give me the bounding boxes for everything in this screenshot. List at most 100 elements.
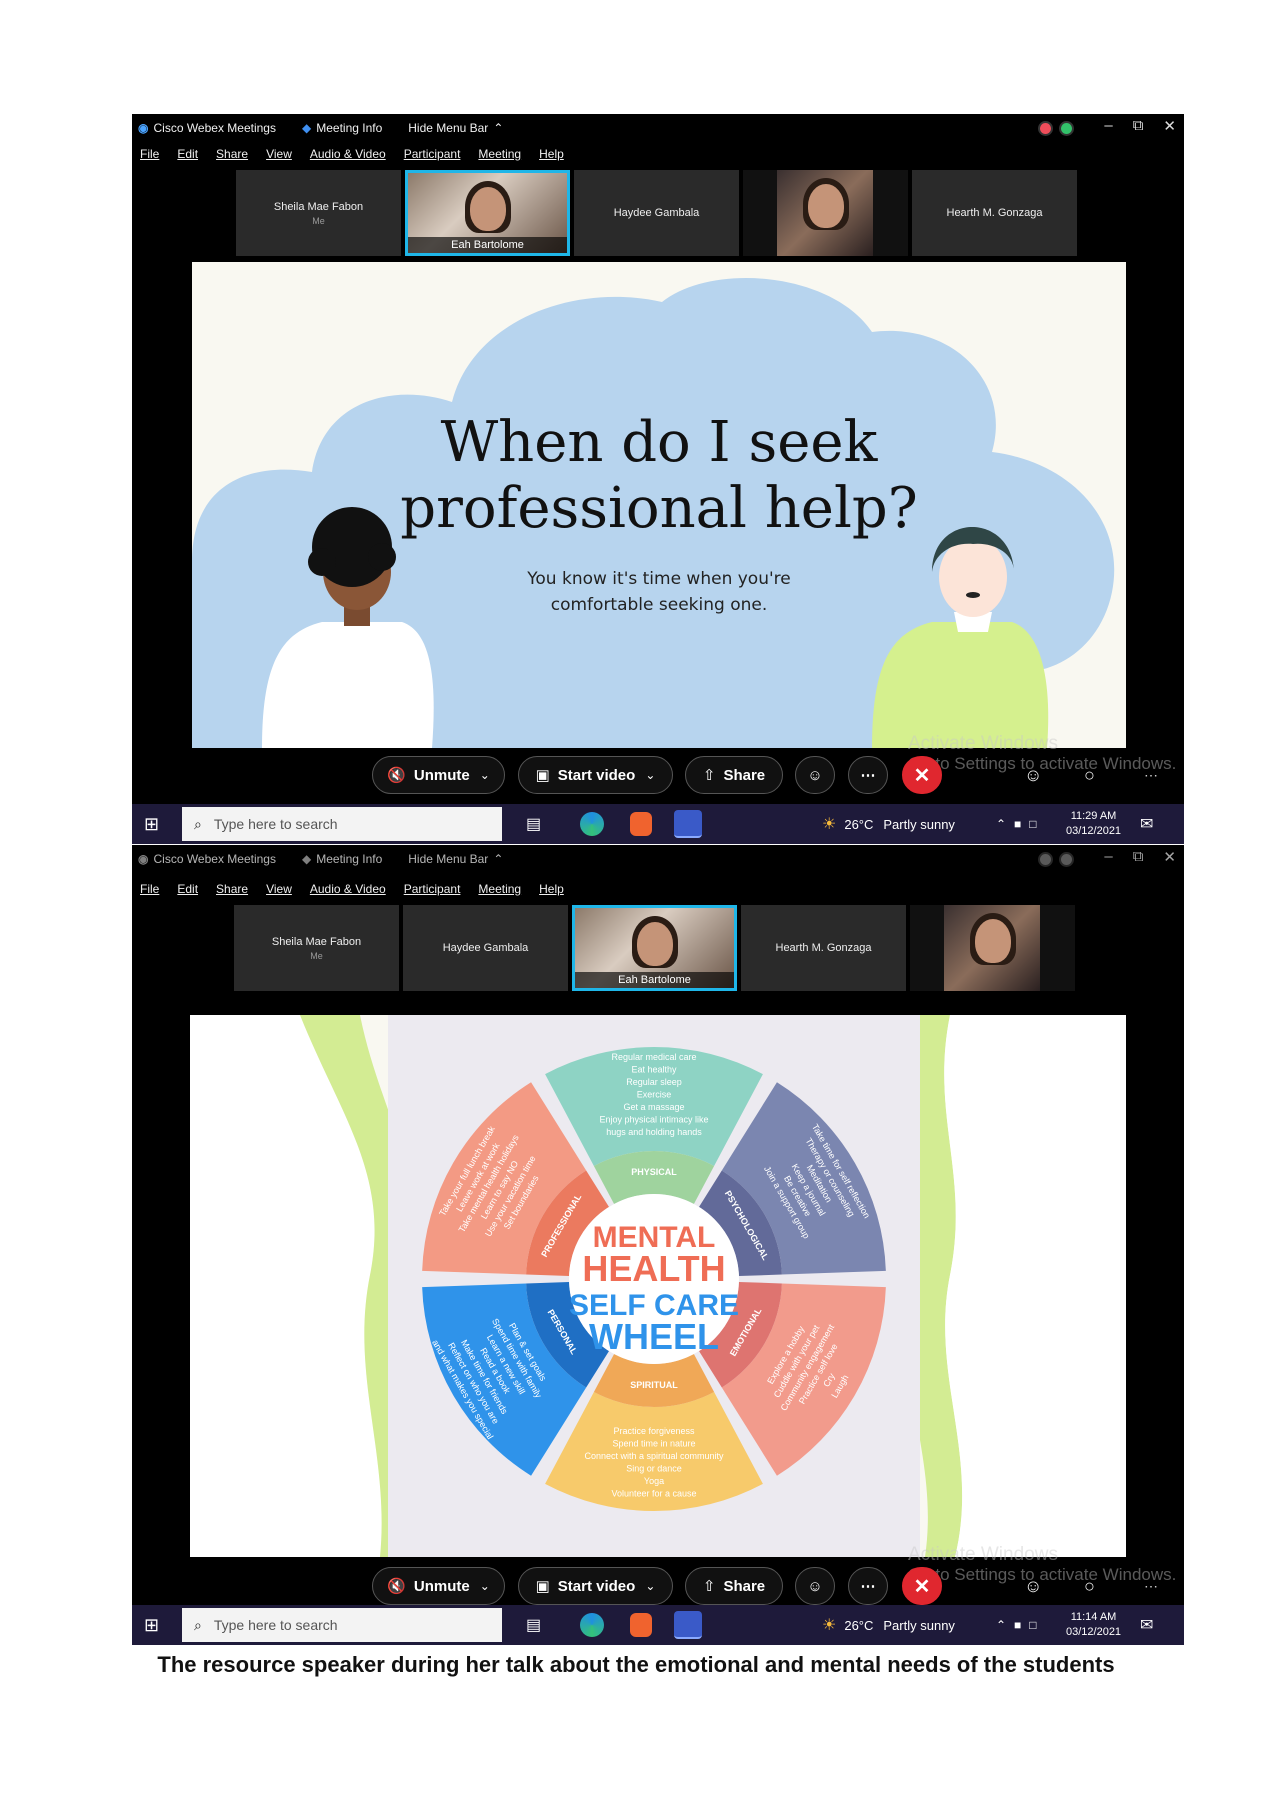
participant-tile[interactable]: Sheila Mae Fabon Me xyxy=(234,905,399,991)
menu-help[interactable]: Help xyxy=(539,147,564,161)
participant-tile[interactable]: Hearth M. Gonzaga xyxy=(912,170,1077,256)
start-video-button[interactable]: ▣ Start video ⌄ xyxy=(518,756,673,794)
chevron-down-icon[interactable]: ⌄ xyxy=(645,1579,655,1593)
menu-meeting[interactable]: Meeting xyxy=(478,882,521,896)
close-icon[interactable]: ✕ xyxy=(1163,848,1176,866)
slide-subtitle-line-1: You know it's time when you're xyxy=(527,569,791,589)
webex-window-1: ◉ Cisco Webex Meetings ◆ Meeting Info Hi… xyxy=(132,114,1184,844)
reactions-button[interactable]: ☺ xyxy=(795,1567,835,1605)
windows-start-icon[interactable]: ⊞ xyxy=(144,814,159,835)
network-health-icon[interactable] xyxy=(1059,121,1074,136)
chat-icon[interactable]: ○ xyxy=(1084,1576,1095,1597)
more-panels-icon[interactable]: ⋯ xyxy=(1144,1578,1158,1595)
brave-browser-icon[interactable] xyxy=(630,812,652,836)
menu-participant[interactable]: Participant xyxy=(404,882,461,896)
menu-edit[interactable]: Edit xyxy=(177,147,198,161)
task-view-icon[interactable]: ▤ xyxy=(526,1615,541,1635)
meeting-controls: 🔇 Unmute ⌄ ▣ Start video ⌄ ⇧ Share ☺ ⋯ ✕… xyxy=(132,750,1184,800)
start-video-label: Start video xyxy=(557,766,636,784)
wheel-item-text: Enjoy physical intimacy like xyxy=(599,1114,708,1124)
meeting-info-button[interactable]: ◆ Meeting Info xyxy=(302,121,382,135)
menu-share[interactable]: Share xyxy=(216,882,248,896)
task-view-icon[interactable]: ▤ xyxy=(526,814,541,834)
start-video-button[interactable]: ▣ Start video ⌄ xyxy=(518,1567,673,1605)
participant-strip: Sheila Mae Fabon Me Eah Bartolome Haydee… xyxy=(236,170,1077,256)
webex-taskbar-icon[interactable] xyxy=(674,810,702,838)
meeting-info-label: Meeting Info xyxy=(316,121,383,135)
weather-widget[interactable]: ☀ 26°C Partly sunny xyxy=(822,814,955,834)
network-health-icon[interactable] xyxy=(1059,852,1074,867)
taskbar-clock[interactable]: 11:29 AM 03/12/2021 xyxy=(1066,809,1121,839)
share-icon: ⇧ xyxy=(702,767,716,784)
chevron-down-icon[interactable]: ⌄ xyxy=(480,768,490,782)
menu-edit[interactable]: Edit xyxy=(177,882,198,896)
hide-menu-bar-button[interactable]: Hide Menu Bar ⌃ xyxy=(408,852,508,866)
webex-taskbar-icon[interactable] xyxy=(674,1611,702,1639)
edge-browser-icon[interactable] xyxy=(580,1613,604,1637)
notification-center-icon[interactable]: ✉ xyxy=(1140,814,1153,834)
participants-icon[interactable]: ☺ xyxy=(1024,765,1042,786)
start-video-label: Start video xyxy=(557,1577,636,1595)
menu-file[interactable]: File xyxy=(140,882,159,896)
participant-tile-video[interactable] xyxy=(743,170,908,256)
system-tray-icons[interactable]: ⌃■□ xyxy=(996,1618,1045,1632)
meeting-info-button[interactable]: ◆ Meeting Info xyxy=(302,852,382,866)
close-icon[interactable]: ✕ xyxy=(1163,117,1176,135)
participant-name: Hearth M. Gonzaga xyxy=(946,207,1043,219)
weather-temp: 26°C xyxy=(844,1617,874,1633)
taskbar-search[interactable]: ⌕ Type here to search xyxy=(182,807,502,841)
participant-tile[interactable]: Sheila Mae Fabon Me xyxy=(236,170,401,256)
chevron-down-icon[interactable]: ⌄ xyxy=(480,1579,490,1593)
taskbar-clock[interactable]: 11:14 AM 03/12/2021 xyxy=(1066,1610,1121,1640)
chevron-down-icon[interactable]: ⌄ xyxy=(645,768,655,782)
title-bar: ◉ Cisco Webex Meetings ◆ Meeting Info Hi… xyxy=(132,114,1184,142)
participant-tile[interactable]: Hearth M. Gonzaga xyxy=(741,905,906,991)
recording-icon[interactable] xyxy=(1038,852,1053,867)
weather-condition: Partly sunny xyxy=(883,816,955,832)
minimize-icon[interactable]: – xyxy=(1104,117,1112,135)
participant-tile-active-speaker[interactable]: Eah Bartolome xyxy=(572,905,737,991)
menu-file[interactable]: File xyxy=(140,147,159,161)
more-options-button[interactable]: ⋯ xyxy=(848,1567,888,1605)
menu-share[interactable]: Share xyxy=(216,147,248,161)
leave-meeting-button[interactable]: ✕ xyxy=(902,1567,942,1605)
participant-tile[interactable]: Haydee Gambala xyxy=(403,905,568,991)
windows-taskbar: ⊞ ⌕ Type here to search ▤ ☀ 26°C Partly … xyxy=(132,1605,1184,1645)
brave-browser-icon[interactable] xyxy=(630,1613,652,1637)
recording-icon[interactable] xyxy=(1038,121,1053,136)
participant-tile-active-speaker[interactable]: Eah Bartolome xyxy=(405,170,570,256)
hide-menu-label: Hide Menu Bar xyxy=(408,852,489,866)
participant-tile[interactable]: Haydee Gambala xyxy=(574,170,739,256)
system-tray-icons[interactable]: ⌃■□ xyxy=(996,817,1045,831)
share-button[interactable]: ⇧ Share xyxy=(685,1567,783,1605)
participants-icon[interactable]: ☺ xyxy=(1024,1576,1042,1597)
wheel-section-label: PHYSICAL xyxy=(631,1167,677,1177)
weather-widget[interactable]: ☀ 26°C Partly sunny xyxy=(822,1615,955,1635)
menu-view[interactable]: View xyxy=(266,882,292,896)
menu-audio-video[interactable]: Audio & Video xyxy=(310,147,386,161)
menu-participant[interactable]: Participant xyxy=(404,147,461,161)
notification-center-icon[interactable]: ✉ xyxy=(1140,1615,1153,1635)
menu-view[interactable]: View xyxy=(266,147,292,161)
participant-sub: Me xyxy=(310,950,323,961)
restore-icon[interactable]: ⧉ xyxy=(1133,848,1144,866)
windows-start-icon[interactable]: ⊞ xyxy=(144,1615,159,1636)
edge-browser-icon[interactable] xyxy=(580,812,604,836)
taskbar-search[interactable]: ⌕ Type here to search xyxy=(182,1608,502,1642)
unmute-button[interactable]: 🔇 Unmute ⌄ xyxy=(372,756,505,794)
hide-menu-bar-button[interactable]: Hide Menu Bar ⌃ xyxy=(408,121,508,135)
reactions-button[interactable]: ☺ xyxy=(795,756,835,794)
menu-meeting[interactable]: Meeting xyxy=(478,147,521,161)
chat-icon[interactable]: ○ xyxy=(1084,765,1095,786)
unmute-button[interactable]: 🔇 Unmute ⌄ xyxy=(372,1567,505,1605)
more-panels-icon[interactable]: ⋯ xyxy=(1144,767,1158,784)
menu-help[interactable]: Help xyxy=(539,882,564,896)
menu-audio-video[interactable]: Audio & Video xyxy=(310,882,386,896)
share-button[interactable]: ⇧ Share xyxy=(685,756,783,794)
participant-name: Eah Bartolome xyxy=(408,237,567,253)
restore-icon[interactable]: ⧉ xyxy=(1133,117,1144,135)
more-options-button[interactable]: ⋯ xyxy=(848,756,888,794)
leave-meeting-button[interactable]: ✕ xyxy=(902,756,942,794)
minimize-icon[interactable]: – xyxy=(1104,848,1112,866)
participant-tile-video[interactable] xyxy=(910,905,1075,991)
